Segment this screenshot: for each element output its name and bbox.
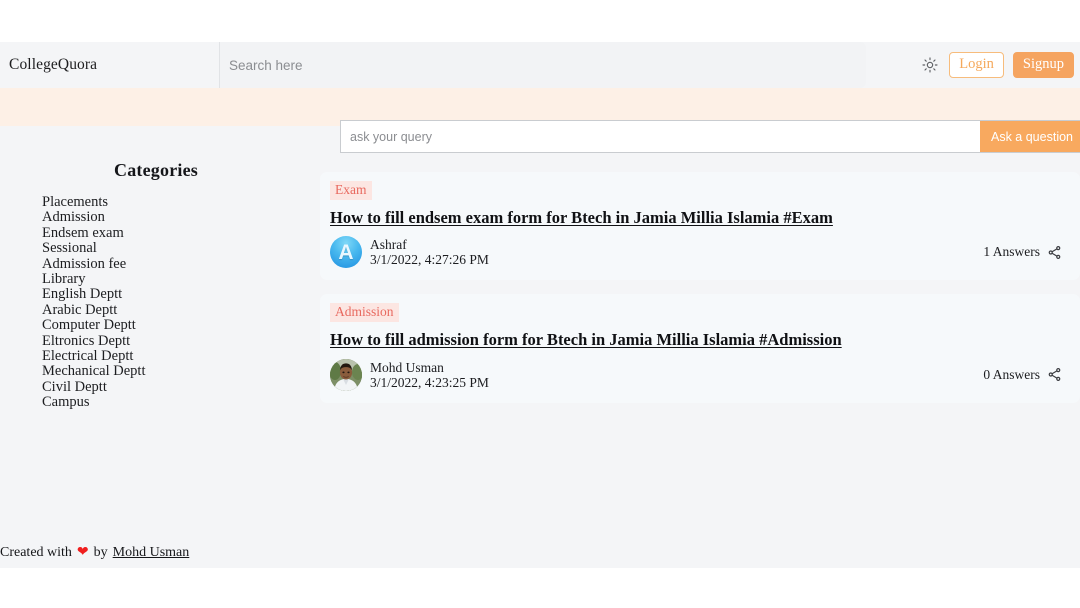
sidebar-item-electrical-deptt[interactable]: Electrical Deptt xyxy=(42,348,312,364)
question-timestamp: 3/1/2022, 4:27:26 PM xyxy=(370,252,489,268)
bottom-spacer xyxy=(0,568,1080,608)
sidebar-item-arabic-deptt[interactable]: Arabic Deptt xyxy=(42,302,312,318)
ask-a-question-button[interactable]: Ask a question xyxy=(980,121,1080,152)
sidebar-item-admission-fee[interactable]: Admission fee xyxy=(42,256,312,272)
question-category-tag[interactable]: Admission xyxy=(330,303,399,322)
sidebar-item-eltronics-deptt[interactable]: Eltronics Deptt xyxy=(42,333,312,349)
avatar: A xyxy=(330,236,362,269)
search-field-wrapper[interactable]: Search here xyxy=(220,42,866,88)
site-header: CollegeQuora Search here Login Signup xyxy=(0,42,1080,88)
question-title[interactable]: How to fill admission form for Btech in … xyxy=(330,330,1064,350)
sidebar-item-library[interactable]: Library xyxy=(42,271,312,287)
question-timestamp: 3/1/2022, 4:23:25 PM xyxy=(370,374,489,390)
ask-question-bar: Ask a question xyxy=(340,120,1080,153)
sidebar-item-mechanical-deptt[interactable]: Mechanical Deptt xyxy=(42,364,312,380)
question-list: Exam How to fill endsem exam form for Bt… xyxy=(320,172,1080,417)
categories-title: Categories xyxy=(114,160,198,180)
author-info: Ashraf 3/1/2022, 4:27:26 PM xyxy=(370,237,489,267)
author-info: Mohd Usman 3/1/2022, 4:23:25 PM xyxy=(370,360,489,390)
categories-sidebar: Categories Placements Admission Endsem e… xyxy=(0,160,312,411)
brand-logo[interactable]: CollegeQuora xyxy=(0,56,219,74)
author-name: Ashraf xyxy=(370,237,407,253)
avatar-photo-illustration xyxy=(330,358,362,391)
question-meta: Mohd Usman 3/1/2022, 4:23:25 PM 0 Answer… xyxy=(330,358,1064,391)
search-input[interactable]: Search here xyxy=(229,58,303,73)
page-root: CollegeQuora Search here Login Signup as… xyxy=(0,0,1080,608)
sun-icon[interactable] xyxy=(920,55,940,75)
sidebar-item-sessional[interactable]: Sessional xyxy=(42,240,312,256)
categories-list: Placements Admission Endsem exam Session… xyxy=(0,194,312,411)
question-category-tag[interactable]: Exam xyxy=(330,181,372,200)
question-title[interactable]: How to fill endsem exam form for Btech i… xyxy=(330,208,1064,228)
sidebar-item-placements[interactable]: Placements xyxy=(42,194,312,210)
question-author: A Ashraf 3/1/2022, 4:27:26 PM xyxy=(330,236,489,269)
top-spacer xyxy=(0,0,1080,42)
answers-count: 1 Answers xyxy=(983,244,1040,260)
question-author: Mohd Usman 3/1/2022, 4:23:25 PM xyxy=(330,358,489,391)
question-card[interactable]: Admission How to fill admission form for… xyxy=(320,294,1080,403)
ask-query-input[interactable] xyxy=(341,121,980,152)
footer-prefix: Created with xyxy=(0,545,72,560)
question-meta: A Ashraf 3/1/2022, 4:27:26 PM 1 Answers xyxy=(330,236,1064,269)
share-icon[interactable] xyxy=(1047,245,1062,260)
sidebar-item-endsem-exam[interactable]: Endsem exam xyxy=(42,225,312,241)
answers-count: 0 Answers xyxy=(983,366,1040,382)
question-card[interactable]: Exam How to fill endsem exam form for Bt… xyxy=(320,172,1080,281)
author-name: Mohd Usman xyxy=(370,359,444,375)
header-actions: Login Signup xyxy=(866,42,1080,88)
avatar xyxy=(330,358,362,391)
sidebar-item-campus[interactable]: Campus xyxy=(42,394,312,410)
signup-button[interactable]: Signup xyxy=(1012,52,1074,78)
footer-middle: by xyxy=(93,545,108,560)
answers-group: 0 Answers xyxy=(983,367,1064,383)
answers-group: 1 Answers xyxy=(983,244,1064,260)
site-footer: Created with ❤ by Mohd Usman xyxy=(0,545,1080,561)
share-icon[interactable] xyxy=(1047,367,1062,382)
heart-icon: ❤ xyxy=(76,545,89,560)
sidebar-item-english-deptt[interactable]: English Deptt xyxy=(42,287,312,303)
sidebar-item-computer-deptt[interactable]: Computer Deptt xyxy=(42,317,312,333)
sidebar-item-admission[interactable]: Admission xyxy=(42,209,312,225)
sidebar-item-civil-deptt[interactable]: Civil Deptt xyxy=(42,379,312,395)
login-button[interactable]: Login xyxy=(949,52,1004,78)
footer-author-link[interactable]: Mohd Usman xyxy=(113,545,190,561)
